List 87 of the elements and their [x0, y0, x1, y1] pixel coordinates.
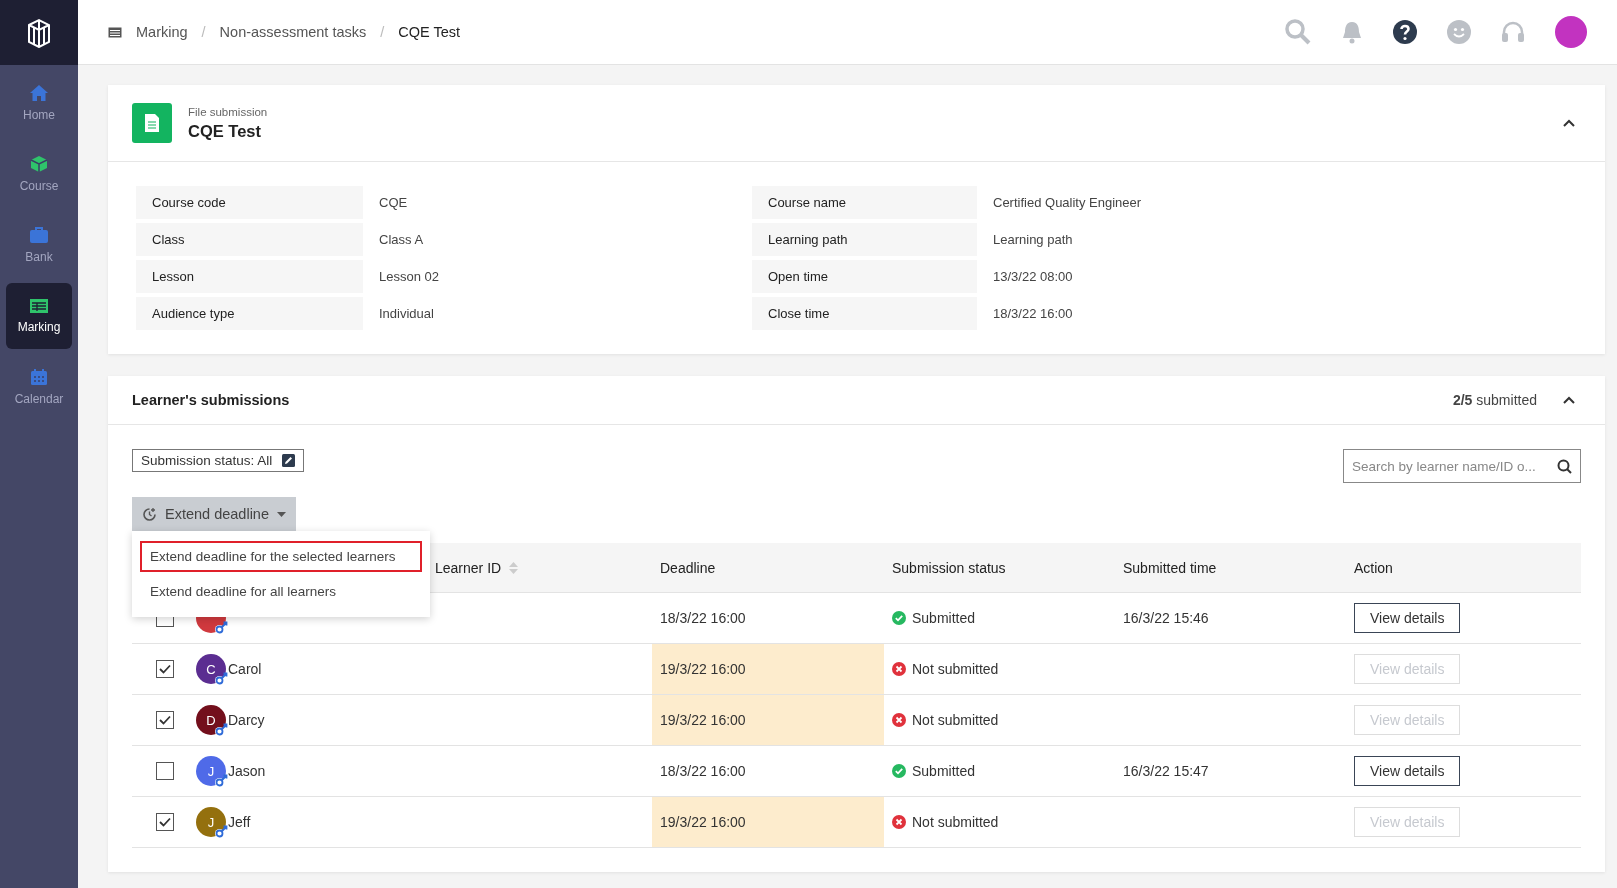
calendar-icon	[30, 368, 48, 386]
learner-name: Darcy	[228, 712, 265, 728]
detail-label: Audience type	[136, 297, 363, 330]
checkbox[interactable]	[156, 762, 174, 780]
learner-name: Jason	[228, 763, 266, 779]
column-header: Submission status	[892, 559, 1006, 576]
caret-icon	[277, 511, 286, 517]
detail-value: 18/3/22 16:00	[992, 305, 1074, 323]
detail-value: CQE	[378, 194, 409, 212]
learner-name: Carol	[228, 661, 262, 677]
task-title: CQE Test	[188, 121, 263, 141]
breadcrumb-current: CQE Test	[398, 24, 461, 40]
check-circle-icon	[892, 764, 906, 778]
search-icon[interactable]	[1557, 459, 1572, 474]
detail-value: Learning path	[992, 231, 1074, 249]
status-filter[interactable]: Submission status: All	[132, 449, 305, 472]
detail-value: Class A	[378, 231, 425, 249]
detail-value: Lesson 02	[378, 268, 440, 286]
menu-item[interactable]: Extend deadline for the selected learners	[140, 541, 422, 572]
learner-avatar: J	[196, 756, 226, 786]
view-details-button[interactable]: View details	[1354, 756, 1461, 786]
extend-deadline-button[interactable]: Extend deadline	[132, 497, 296, 531]
sidebar-item[interactable]: Home	[6, 70, 72, 136]
breadcrumb-link[interactable]: Marking	[136, 24, 188, 40]
submitted-count: 2/5 submitted	[1452, 392, 1537, 408]
submission-status: Not submitted	[912, 661, 999, 677]
sidebar-item[interactable]: Calendar	[6, 354, 72, 420]
checkmark-icon	[159, 817, 171, 827]
submitted-time: 16/3/22 15:46	[1123, 610, 1209, 626]
chevron-icon[interactable]	[1563, 396, 1575, 404]
deadline-cell: 19/3/22 16:00	[652, 695, 884, 745]
sidebar-item[interactable]: Course	[6, 141, 72, 207]
detail-label: Course name	[752, 186, 977, 219]
column-header: Deadline	[660, 559, 716, 576]
deadline-cell: 19/3/22 16:00	[652, 797, 884, 847]
breadcrumb-separator: /	[380, 24, 385, 40]
cross-circle-icon	[892, 713, 906, 727]
column-header: Submitted time	[1123, 559, 1217, 576]
deadline-cell-text: 18/3/22 16:00	[659, 762, 747, 781]
search-field[interactable]: Search by learner name/ID o...	[1343, 449, 1581, 483]
learner-avatar: C	[196, 654, 226, 684]
detail-label: Close time	[752, 297, 977, 330]
detail-value: 13/3/22 08:00	[992, 268, 1074, 286]
breadcrumb-separator: /	[201, 24, 206, 40]
help-icon[interactable]	[1393, 20, 1417, 44]
check-circle-icon	[892, 611, 906, 625]
cross-circle-icon	[892, 815, 906, 829]
deadline-cell-text: 18/3/22 16:00	[659, 609, 747, 628]
cube-icon	[30, 155, 48, 173]
checkmark-icon	[159, 664, 171, 674]
detail-label: Open time	[752, 260, 977, 293]
column-header: Action	[1354, 559, 1393, 576]
detail-label: Lesson	[136, 260, 363, 293]
task-type: File submission	[188, 105, 269, 118]
submission-status: Not submitted	[912, 712, 999, 728]
detail-value: Individual	[378, 305, 435, 323]
column-header[interactable]: Learner ID	[435, 559, 502, 576]
cross-circle-icon	[892, 662, 906, 676]
logo-icon[interactable]	[26, 17, 52, 48]
sidebar-item[interactable]: Marking	[6, 283, 72, 349]
menu-item[interactable]: Extend deadline for all learners	[140, 576, 422, 607]
detail-label: Course code	[136, 186, 363, 219]
user-avatar[interactable]	[1555, 16, 1587, 48]
submission-status: Submitted	[912, 610, 976, 626]
deadline-cell: 19/3/22 16:00	[652, 644, 884, 694]
sidebar-item[interactable]: Bank	[6, 212, 72, 278]
briefcase-icon	[29, 226, 49, 244]
view-details-button[interactable]: View details	[1354, 603, 1461, 633]
submitted-time: 16/3/22 15:47	[1123, 763, 1209, 779]
learner-avatar: J	[196, 807, 226, 837]
detail-label: Class	[136, 223, 363, 256]
learner-avatar: D	[196, 705, 226, 735]
detail-label: Learning path	[752, 223, 977, 256]
section-title: Learner's submissions	[132, 392, 291, 408]
file-icon	[132, 103, 172, 143]
learner-name: Jeff	[228, 814, 251, 830]
clock-icon	[142, 506, 157, 522]
checkmark-icon	[159, 715, 171, 725]
table-icon	[29, 298, 49, 314]
home-icon	[29, 84, 49, 102]
submission-status: Not submitted	[912, 814, 999, 830]
detail-value: Certified Quality Engineer	[992, 194, 1143, 212]
table-icon	[108, 26, 122, 38]
submission-status: Submitted	[912, 763, 976, 779]
breadcrumb-link[interactable]: Non-assessment tasks	[219, 24, 367, 40]
chevron-icon[interactable]	[1563, 119, 1575, 127]
edit-icon[interactable]	[282, 454, 296, 467]
